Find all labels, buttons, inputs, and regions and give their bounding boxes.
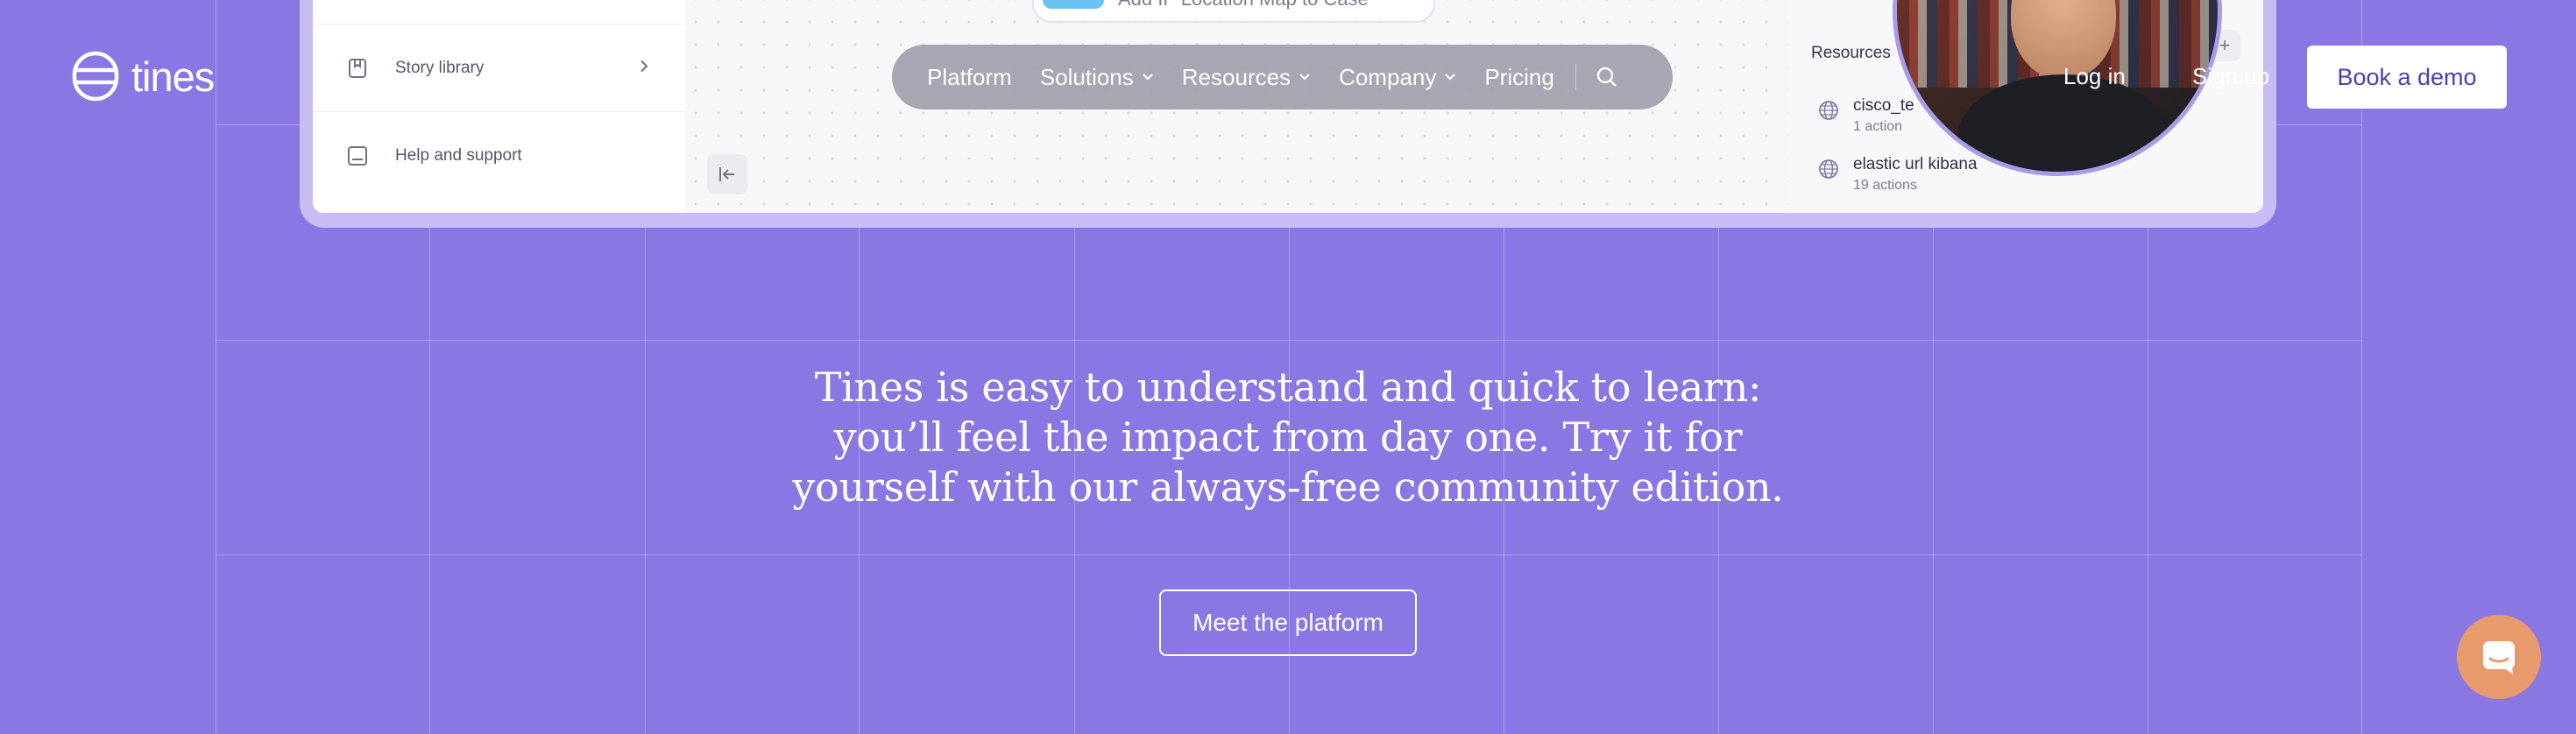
sidebar-item-help-and-support[interactable]: Help and support (313, 111, 684, 199)
resource-name: cisco_te (1853, 96, 1914, 115)
collapse-left-icon (719, 167, 734, 181)
nav-divider (1575, 64, 1576, 90)
hero-description: Tines is easy to understand and quick to… (792, 363, 1784, 511)
sidebar-item-story-library[interactable]: Story library (313, 24, 684, 111)
chat-launcher-button[interactable] (2457, 615, 2541, 699)
signup-link[interactable]: Sign up (2192, 63, 2269, 90)
nav-item-company[interactable]: Company (1339, 64, 1456, 91)
story-action-node[interactable]: Add IP Location Map to Case (1032, 0, 1435, 23)
main-navigation: Platform Solutions Resources Company Pri… (892, 45, 1673, 109)
login-link[interactable]: Log in (2063, 63, 2126, 90)
resource-item[interactable]: elastic url kibana 19 actions (1818, 155, 1978, 194)
nav-item-pricing[interactable]: Pricing (1484, 64, 1553, 91)
nav-item-label: Pricing (1484, 63, 1554, 90)
nav-item-solutions[interactable]: Solutions (1040, 64, 1154, 91)
grid-line (2361, 0, 2362, 734)
brand-name: tines (131, 53, 215, 100)
search-icon (1596, 67, 1617, 87)
action-node-label: Add IP Location Map to Case (1118, 0, 1369, 11)
grid-line (216, 554, 2361, 555)
collapse-sidebar-button[interactable] (707, 154, 747, 194)
chevron-down-icon (1299, 74, 1310, 81)
nav-item-platform[interactable]: Platform (927, 64, 1012, 91)
sidebar-item-label: Story library (395, 58, 485, 77)
globe-icon (1818, 100, 1839, 121)
grid-line (216, 340, 2361, 341)
nav-item-label: Platform (927, 63, 1012, 90)
tines-logo-icon (72, 51, 119, 102)
nav-item-resources[interactable]: Resources (1182, 64, 1311, 91)
search-button[interactable] (1596, 66, 1618, 88)
chevron-right-icon (639, 59, 649, 77)
book-demo-button[interactable]: Book a demo (2307, 46, 2507, 109)
chevron-down-icon (1445, 74, 1456, 81)
chevron-down-icon (1143, 74, 1153, 81)
resource-count: 19 actions (1853, 178, 1917, 193)
chat-icon (346, 145, 369, 167)
resource-item[interactable]: cisco_te 1 action (1818, 96, 1914, 135)
book-icon (346, 57, 369, 80)
resource-count: 1 action (1853, 119, 1903, 134)
nav-item-label: Solutions (1039, 63, 1134, 90)
nav-item-label: Resources (1181, 63, 1292, 90)
nav-item-label: Company (1339, 63, 1437, 90)
resources-title: Resources (1811, 44, 1891, 62)
meet-platform-button[interactable]: Meet the platform (1159, 589, 1417, 656)
tines-logo[interactable]: tines (72, 51, 215, 102)
preview-sidebar: Story library Help and support (313, 0, 685, 213)
globe-icon (1818, 159, 1839, 180)
action-type-icon (1043, 0, 1104, 9)
sidebar-item-label: Help and support (395, 145, 522, 165)
chat-icon (2483, 641, 2515, 674)
